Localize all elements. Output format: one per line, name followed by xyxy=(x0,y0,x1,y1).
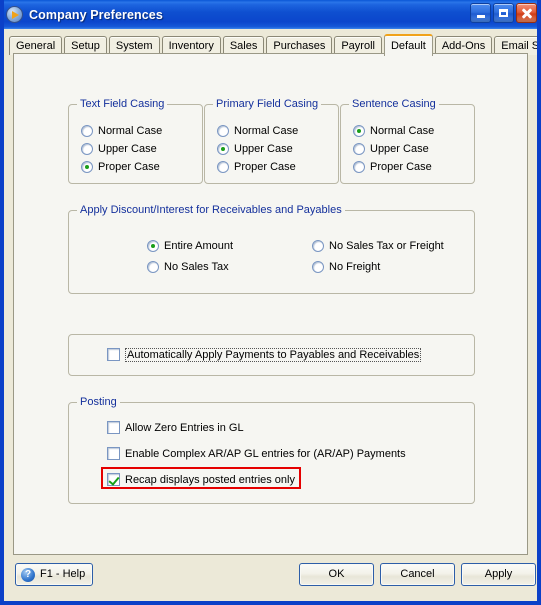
radio-label: Proper Case xyxy=(98,161,160,173)
title-bar: Company Preferences xyxy=(4,0,537,29)
checkbox-label: Recap displays posted entries only xyxy=(125,473,295,486)
minimize-button[interactable] xyxy=(470,3,491,23)
radio-label: Normal Case xyxy=(370,125,435,137)
group-legend-primary-field-casing: Primary Field Casing xyxy=(213,98,322,110)
apply-button[interactable]: Apply xyxy=(461,563,536,586)
radio-label: Upper Case xyxy=(98,143,157,155)
checkbox-auto-apply-payments[interactable]: Automatically Apply Payments to Payables… xyxy=(107,347,422,362)
close-button[interactable] xyxy=(516,3,537,23)
group-auto-apply-payments: Automatically Apply Payments to Payables… xyxy=(68,334,475,376)
radio-label: No Freight xyxy=(329,261,381,273)
radio-label: Upper Case xyxy=(234,143,293,155)
group-text-field-casing: Text Field Casing Normal Case Upper Case… xyxy=(68,98,203,184)
group-posting: Posting Allow Zero Entries in GL Enable … xyxy=(68,396,475,504)
radio-indicator xyxy=(217,161,229,173)
radio-no-freight[interactable]: No Freight xyxy=(312,261,380,273)
window-controls xyxy=(470,3,537,23)
default-tab-panel: Text Field Casing Normal Case Upper Case… xyxy=(13,53,528,555)
tab-default[interactable]: Default xyxy=(383,34,433,56)
play-circle-icon xyxy=(6,6,23,23)
radio-indicator xyxy=(81,161,93,173)
maximize-icon xyxy=(499,9,508,17)
company-preferences-window: Company Preferences General Setup System… xyxy=(0,0,541,605)
radio-indicator xyxy=(147,240,159,252)
checkbox-label: Enable Complex AR/AP GL entries for (AR/… xyxy=(125,447,406,460)
maximize-button[interactable] xyxy=(493,3,514,23)
checkbox-recap-displays-posted-entries-only[interactable]: Recap displays posted entries only xyxy=(107,473,295,486)
radio-indicator xyxy=(353,161,365,173)
cancel-button[interactable]: Cancel xyxy=(380,563,455,586)
radio-text-normal-case[interactable]: Normal Case xyxy=(81,125,162,137)
radio-indicator xyxy=(353,125,365,137)
radio-label: Entire Amount xyxy=(164,240,234,252)
minimize-icon xyxy=(476,15,485,18)
radio-no-sales-tax-or-freight[interactable]: No Sales Tax or Freight xyxy=(312,240,444,252)
help-button[interactable]: ? F1 - Help xyxy=(15,563,93,586)
radio-sentence-proper-case[interactable]: Proper Case xyxy=(353,161,432,173)
radio-label: Proper Case xyxy=(234,161,296,173)
radio-indicator xyxy=(81,125,93,137)
radio-no-sales-tax[interactable]: No Sales Tax xyxy=(147,261,229,273)
checkbox-label: Automatically Apply Payments to Payables… xyxy=(125,347,422,362)
help-button-label: F1 - Help xyxy=(40,568,86,580)
radio-primary-proper-case[interactable]: Proper Case xyxy=(217,161,296,173)
checkbox-indicator xyxy=(107,473,120,486)
radio-indicator xyxy=(312,240,324,252)
radio-sentence-upper-case[interactable]: Upper Case xyxy=(353,143,429,155)
group-sentence-casing: Sentence Casing Normal Case Upper Case P… xyxy=(340,98,475,184)
checkbox-indicator xyxy=(107,447,120,460)
tab-bar: General Setup System Inventory Sales Pur… xyxy=(4,34,537,56)
checkbox-indicator xyxy=(107,421,120,434)
group-legend-sentence-casing: Sentence Casing xyxy=(349,98,439,110)
checkbox-indicator xyxy=(107,348,120,361)
window-title: Company Preferences xyxy=(29,7,163,22)
checkbox-allow-zero-entries-in-gl[interactable]: Allow Zero Entries in GL xyxy=(107,421,244,434)
radio-indicator xyxy=(353,143,365,155)
close-icon xyxy=(521,8,532,19)
radio-indicator xyxy=(81,143,93,155)
group-legend-text-field-casing: Text Field Casing xyxy=(77,98,168,110)
radio-label: Normal Case xyxy=(234,125,299,137)
radio-indicator xyxy=(147,261,159,273)
radio-indicator xyxy=(312,261,324,273)
radio-text-proper-case[interactable]: Proper Case xyxy=(81,161,160,173)
radio-sentence-normal-case[interactable]: Normal Case xyxy=(353,125,434,137)
radio-label: Upper Case xyxy=(370,143,429,155)
group-primary-field-casing: Primary Field Casing Normal Case Upper C… xyxy=(204,98,339,184)
ok-button[interactable]: OK xyxy=(299,563,374,586)
radio-text-upper-case[interactable]: Upper Case xyxy=(81,143,157,155)
radio-primary-upper-case[interactable]: Upper Case xyxy=(217,143,293,155)
checkbox-enable-complex-ar-ap-gl-entries[interactable]: Enable Complex AR/AP GL entries for (AR/… xyxy=(107,447,406,460)
group-legend-posting: Posting xyxy=(77,396,120,408)
radio-label: No Sales Tax xyxy=(164,261,229,273)
radio-primary-normal-case[interactable]: Normal Case xyxy=(217,125,298,137)
radio-label: Proper Case xyxy=(370,161,432,173)
radio-entire-amount[interactable]: Entire Amount xyxy=(147,240,233,252)
group-apply-discount-interest: Apply Discount/Interest for Receivables … xyxy=(68,204,475,294)
dialog-footer: ? F1 - Help OK Cancel Apply xyxy=(4,555,537,601)
radio-indicator xyxy=(217,143,229,155)
question-mark-icon: ? xyxy=(21,567,35,582)
radio-label: No Sales Tax or Freight xyxy=(329,240,444,252)
group-legend-apply-discount: Apply Discount/Interest for Receivables … xyxy=(77,204,345,216)
radio-indicator xyxy=(217,125,229,137)
checkbox-label: Allow Zero Entries in GL xyxy=(125,421,244,434)
radio-label: Normal Case xyxy=(98,125,163,137)
